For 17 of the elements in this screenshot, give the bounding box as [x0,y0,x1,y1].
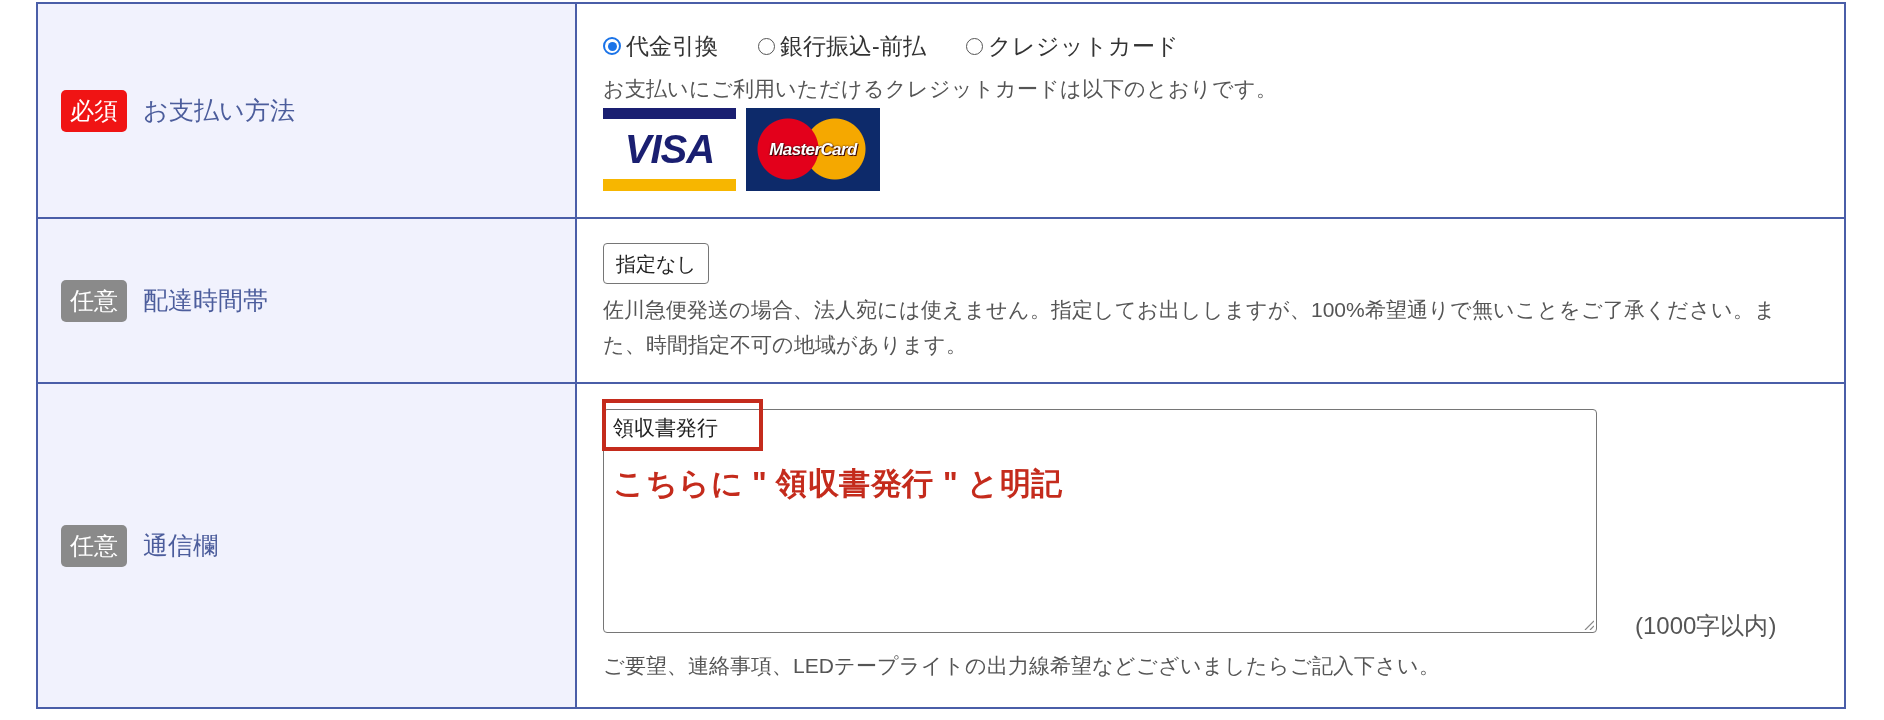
annotation-text: こちらに " 領収書発行 " と明記 [613,465,1063,503]
field-label: 通信欄 [143,529,218,561]
status-badge: 任意 [61,524,127,567]
field-label: 配達時間帯 [143,284,268,316]
radio-option[interactable]: クレジットカード [965,31,1179,61]
message-note: ご要望、連絡事項、LEDテープライトの出力線希望などございましたらご記入下さい。 [603,653,1441,679]
radio-option[interactable]: 銀行振込-前払 [758,31,926,61]
char-limit-text: (1000字以内) [1635,611,1777,641]
field-label: お支払い方法 [143,94,295,126]
visa-logo: VISA [603,108,736,191]
radio-option[interactable]: 代金引換 [603,31,718,61]
status-badge: 任意 [61,279,127,322]
payment-note: お支払いにご利用いただけるクレジットカードは以下のとおりです。 [603,76,1278,102]
time-select[interactable]: 指定なし [603,243,709,284]
resize-handle-icon[interactable] [1584,620,1594,630]
delivery-note: 佐川急便発送の場合、法人宛には使えません。指定してお出ししますが、100%希望通りで無いことをご了承ください。また、時間指定不可の地域があります。 [603,297,1777,358]
status-badge: 必須 [61,89,127,132]
